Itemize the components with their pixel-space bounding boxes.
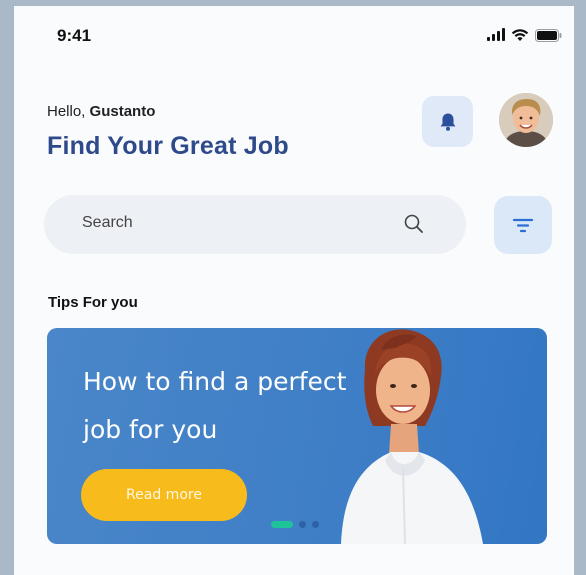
bell-icon bbox=[440, 113, 455, 131]
signal-icon bbox=[487, 28, 505, 41]
search-input[interactable] bbox=[82, 214, 362, 232]
status-time: 9:41 bbox=[57, 26, 92, 45]
woman-photo-image bbox=[341, 329, 483, 544]
greeting: Hello, Gustanto bbox=[47, 103, 155, 120]
search-icon[interactable] bbox=[402, 212, 426, 236]
read-more-button[interactable]: Read more bbox=[81, 469, 247, 521]
page-title: Find Your Great Job bbox=[47, 132, 289, 160]
pager-dot[interactable] bbox=[299, 521, 306, 528]
section-title-tips: Tips For you bbox=[48, 294, 138, 311]
tip-headline: How to find a perfect job for you bbox=[83, 367, 347, 444]
user-name: Gustanto bbox=[89, 103, 156, 120]
filter-button[interactable] bbox=[494, 196, 552, 254]
pager-dot-active[interactable] bbox=[271, 521, 293, 528]
greeting-prefix: Hello, bbox=[47, 103, 90, 120]
phone-screen: 9:41 Hello, Gustanto Find Your Great Job bbox=[14, 6, 574, 575]
filter-icon bbox=[512, 218, 534, 233]
status-icons bbox=[487, 28, 562, 42]
tip-card[interactable]: How to find a perfect job for you Read m… bbox=[47, 328, 547, 544]
wifi-icon bbox=[511, 29, 529, 41]
avatar[interactable] bbox=[499, 93, 553, 147]
user-avatar-icon bbox=[499, 93, 553, 147]
carousel-pager bbox=[271, 521, 319, 528]
pager-dot[interactable] bbox=[312, 521, 319, 528]
notification-button[interactable] bbox=[422, 96, 473, 147]
battery-icon bbox=[535, 28, 562, 42]
search-bar bbox=[44, 195, 466, 254]
